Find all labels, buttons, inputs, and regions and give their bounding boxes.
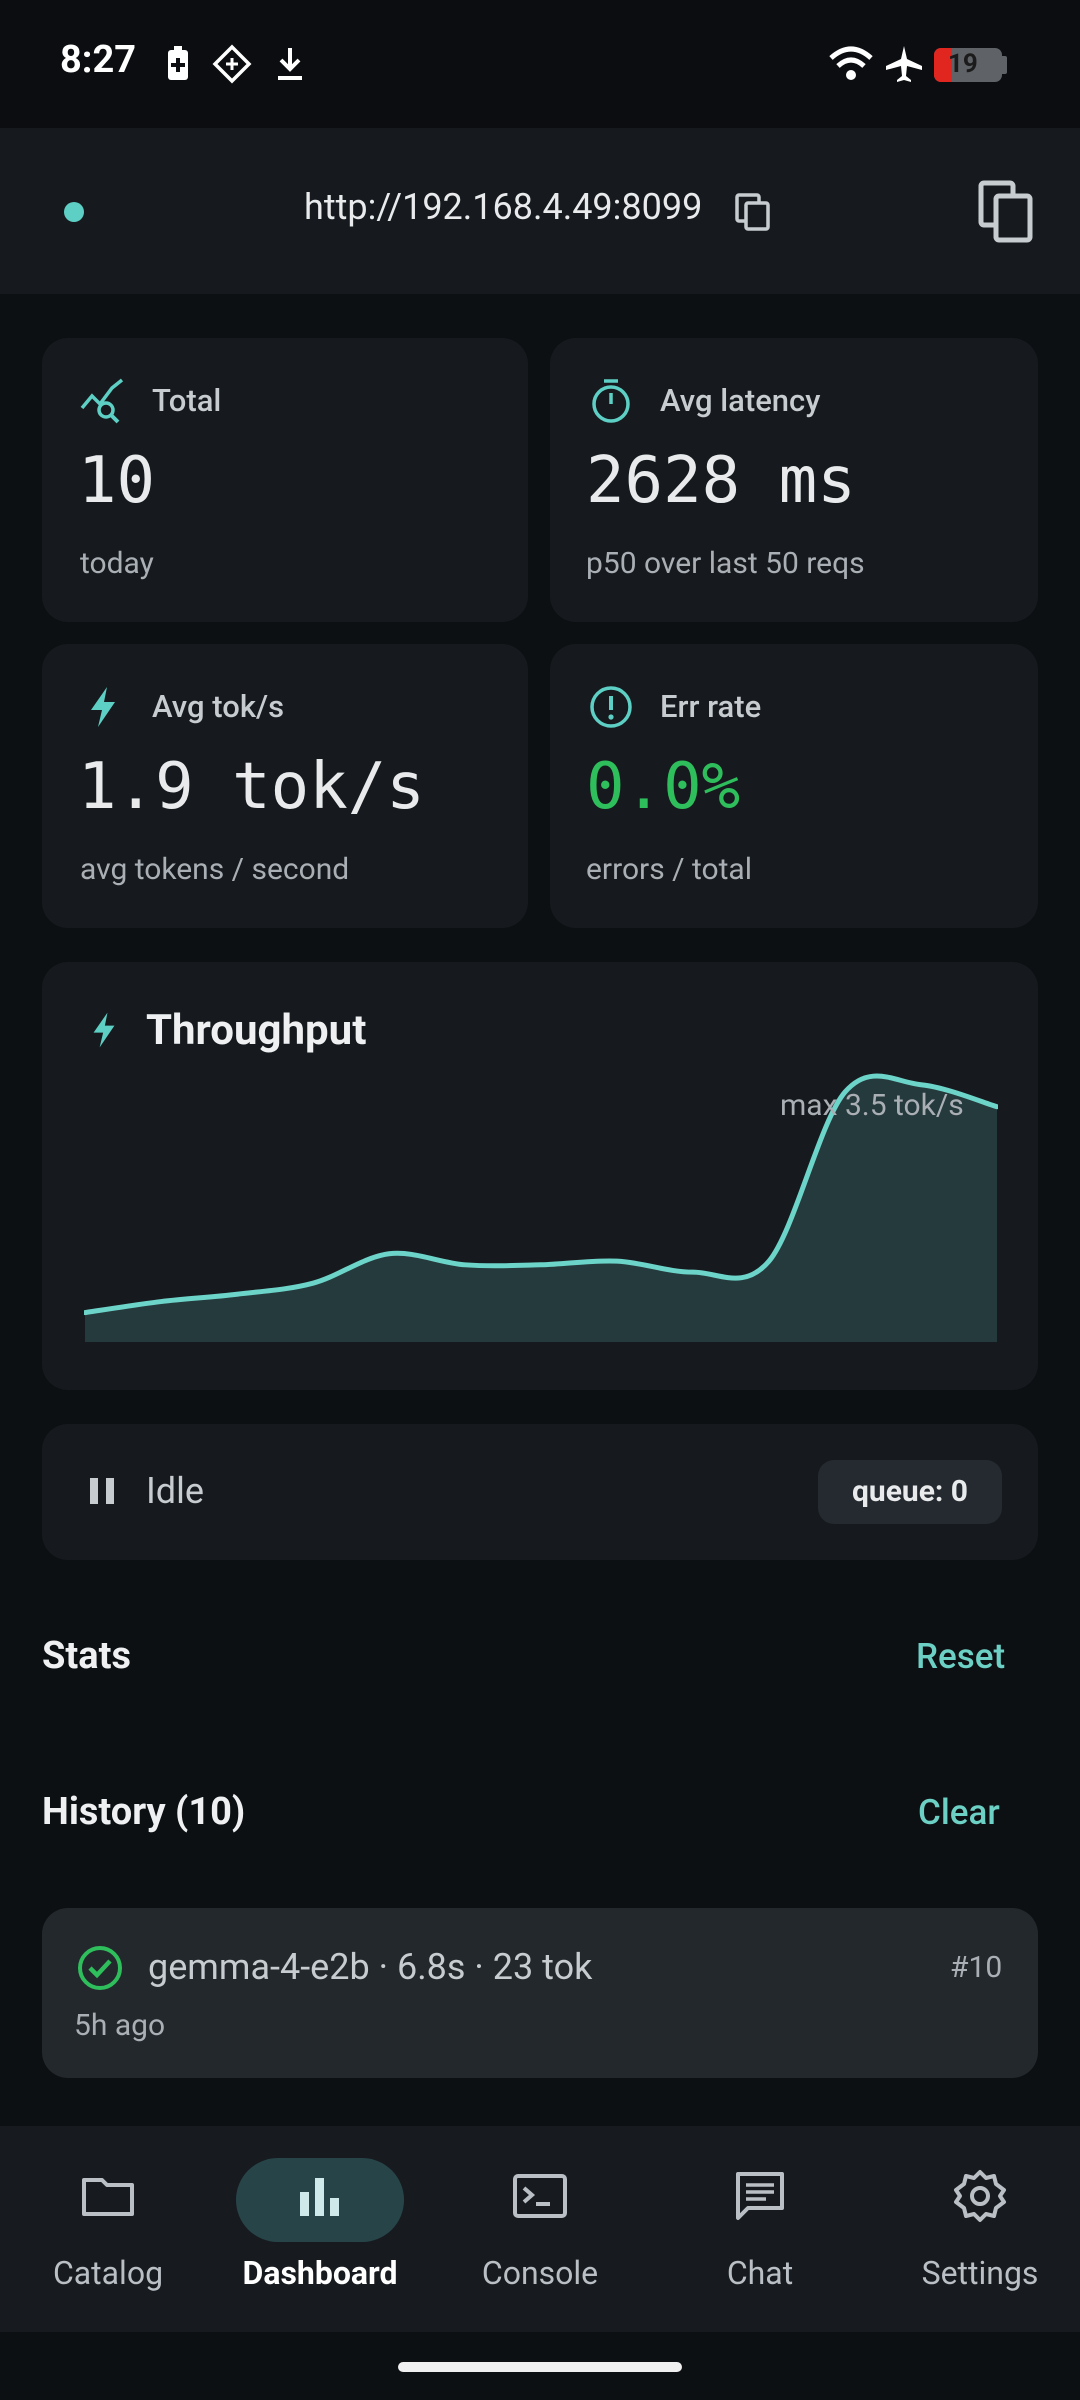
server-url[interactable]: http://192.168.4.49:8099 <box>304 186 702 228</box>
latency-label: Avg latency <box>660 382 821 419</box>
nav-console-label: Console <box>481 2254 599 2292</box>
history-heading: History (10) <box>42 1790 246 1834</box>
nav-chat[interactable]: Chat <box>652 2150 868 2310</box>
analytics-search-icon <box>80 378 124 424</box>
status-time: 8:27 <box>60 38 137 82</box>
history-item-number: #10 <box>950 1950 1003 1985</box>
nav-catalog[interactable]: Catalog <box>0 2150 216 2310</box>
nav-catalog-label: Catalog <box>52 2254 164 2292</box>
pause-icon <box>90 1478 114 1504</box>
throughput-max-label: max 3.5 tok/s <box>780 1088 964 1123</box>
nav-console[interactable]: Console <box>432 2150 648 2310</box>
throughput-bolt-icon <box>93 1012 115 1048</box>
download-icon <box>278 48 302 80</box>
tokens-label: Avg tok/s <box>152 688 285 725</box>
battery-tip <box>1002 56 1007 74</box>
reset-button[interactable]: Reset <box>916 1636 1005 1677</box>
history-item-title: gemma-4-e2b · 6.8s · 23 tok <box>148 1946 593 1988</box>
total-label: Total <box>152 382 222 419</box>
copy-url-icon[interactable] <box>734 192 772 232</box>
tokens-value: 1.9 tok/s <box>78 750 425 824</box>
battery-icon: 19 <box>934 48 1002 82</box>
history-item-time: 5h ago <box>74 2008 166 2043</box>
tokens-sub: avg tokens / second <box>80 852 350 887</box>
nav-dashboard[interactable]: Dashboard <box>212 2150 428 2310</box>
vpn-diamond-icon <box>212 44 252 84</box>
battery-saver-icon <box>168 46 188 80</box>
nav-dashboard-label: Dashboard <box>242 2254 398 2292</box>
timer-icon <box>592 379 630 423</box>
home-indicator <box>398 2362 682 2372</box>
latency-value: 2628 ms <box>586 444 856 518</box>
error-icon <box>590 686 632 728</box>
wifi-icon <box>829 46 873 80</box>
latency-sub: p50 over last 50 reqs <box>586 546 865 581</box>
error-rate-label: Err rate <box>660 688 762 725</box>
server-status-dot <box>64 202 84 222</box>
throughput-title: Throughput <box>146 1006 367 1055</box>
nav-chat-label: Chat <box>726 2254 794 2292</box>
terminal-icon <box>513 2174 567 2218</box>
nav-settings[interactable]: Settings <box>872 2150 1080 2310</box>
total-sub: today <box>80 546 154 581</box>
bolt-icon <box>91 687 115 727</box>
gear-icon <box>954 2170 1006 2222</box>
clear-button[interactable]: Clear <box>918 1792 1000 1833</box>
success-check-icon <box>78 1946 122 1990</box>
queue-badge: queue: 0 <box>818 1460 1002 1524</box>
copy-button-icon[interactable] <box>978 180 1034 244</box>
chat-icon <box>736 2172 784 2220</box>
history-item[interactable] <box>42 1908 1038 2078</box>
error-rate-sub: errors / total <box>586 852 753 887</box>
idle-status: Idle <box>146 1470 204 1512</box>
airplane-mode-icon <box>886 46 922 82</box>
nav-settings-label: Settings <box>921 2254 1039 2292</box>
bar-chart-icon <box>300 2178 339 2216</box>
error-rate-value: 0.0% <box>586 750 741 824</box>
folder-icon <box>82 2178 134 2216</box>
total-value: 10 <box>78 444 156 518</box>
battery-level: 19 <box>948 49 978 79</box>
stats-heading: Stats <box>42 1634 131 1678</box>
